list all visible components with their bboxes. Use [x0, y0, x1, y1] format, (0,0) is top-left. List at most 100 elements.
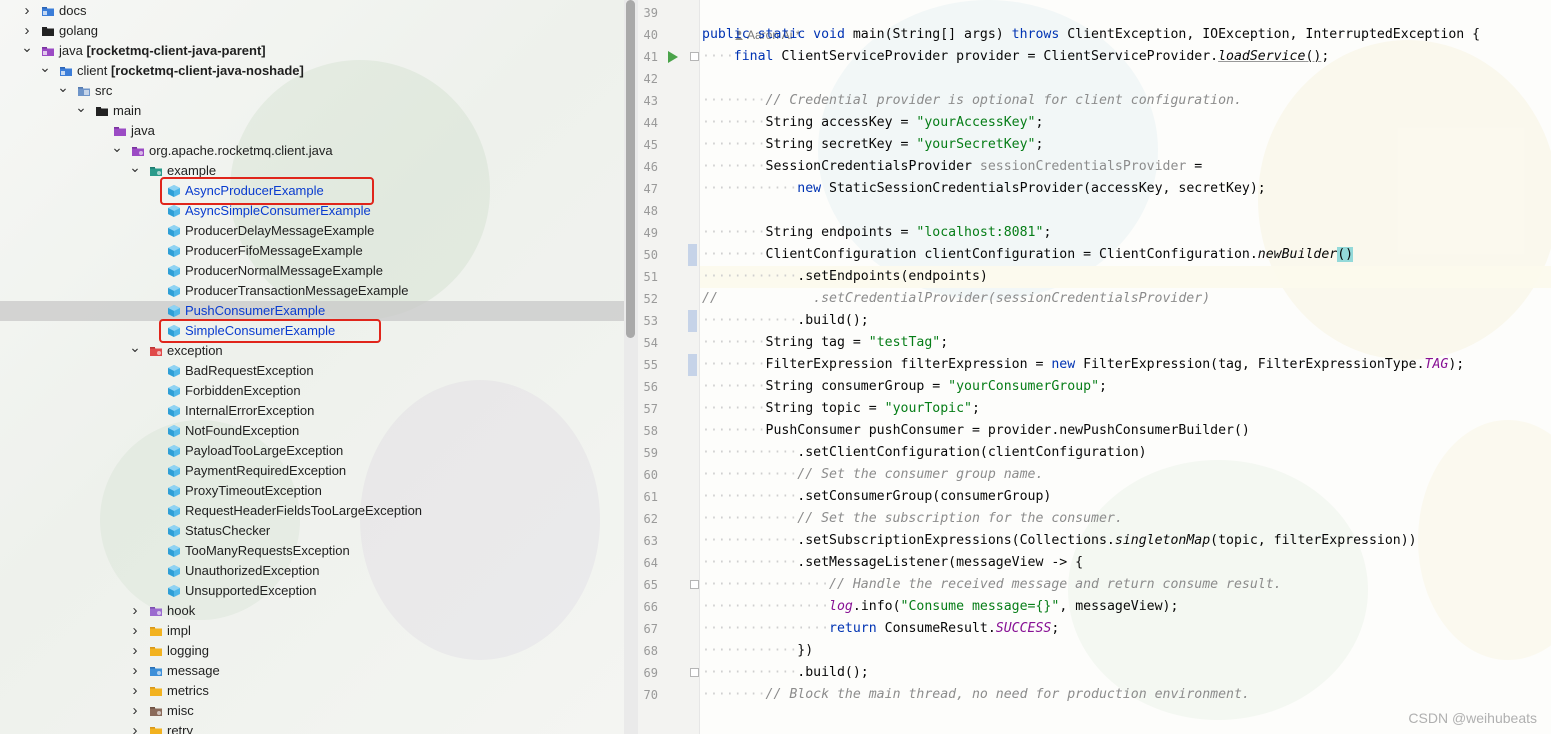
chevron-right-icon[interactable]: ›	[128, 721, 142, 734]
line-number[interactable]: 39	[638, 2, 658, 24]
chevron-down-icon[interactable]: ⌄	[56, 80, 70, 101]
tree-item[interactable]: ProducerFifoMessageExample	[0, 241, 624, 261]
code-line[interactable]: ················return ConsumeResult.SUC…	[702, 618, 1059, 640]
line-number[interactable]: 47	[638, 178, 658, 200]
tree-item[interactable]: UnsupportedException	[0, 581, 624, 601]
chevron-right-icon[interactable]: ›	[20, 21, 34, 41]
tree-item[interactable]: › logging	[0, 641, 624, 661]
chevron-right-icon[interactable]: ›	[20, 1, 34, 21]
code-line[interactable]: ············.setEndpoints(endpoints)	[702, 266, 988, 288]
line-number[interactable]: 53	[638, 310, 658, 332]
tree-item[interactable]: ⌄ client [rocketmq-client-java-noshade]	[0, 60, 624, 81]
tree-item[interactable]: › retry	[0, 721, 624, 734]
line-number[interactable]: 45	[638, 134, 658, 156]
code-line[interactable]: ········PushConsumer pushConsumer = prov…	[702, 420, 1250, 442]
line-number[interactable]: 46	[638, 156, 658, 178]
tree-item[interactable]: ForbiddenException	[0, 381, 624, 401]
code-line[interactable]: ········// Block the main thread, no nee…	[702, 684, 1250, 706]
tree-item[interactable]: AsyncProducerExample	[0, 181, 624, 201]
project-tree[interactable]: › docs › golang ⌄ java [rocketmq-client-java-…	[0, 0, 624, 734]
chevron-down-icon[interactable]: ⌄	[38, 60, 52, 81]
chevron-down-icon[interactable]: ⌄	[20, 40, 34, 61]
tree-item[interactable]: › golang	[0, 21, 624, 41]
tree-item[interactable]: › misc	[0, 701, 624, 721]
line-number[interactable]: 52	[638, 288, 658, 310]
chevron-down-icon[interactable]: ⌄	[74, 100, 88, 121]
fold-icon[interactable]	[690, 580, 699, 589]
fold-icon[interactable]	[690, 668, 699, 677]
line-number[interactable]: 58	[638, 420, 658, 442]
line-number[interactable]: 49	[638, 222, 658, 244]
tree-item[interactable]: TooManyRequestsException	[0, 541, 624, 561]
code-line[interactable]: ········FilterExpression filterExpressio…	[702, 354, 1464, 376]
code-line[interactable]: ········String topic = "yourTopic";	[702, 398, 980, 420]
code-line[interactable]: ············.setConsumerGroup(consumerGr…	[702, 486, 1051, 508]
chevron-right-icon[interactable]: ›	[128, 701, 142, 721]
line-number[interactable]: 55	[638, 354, 658, 376]
code-line[interactable]: ················log.info("Consume messag…	[702, 596, 1178, 618]
code-line[interactable]: // .setCredentialProvider(sessionCredent…	[702, 288, 1210, 310]
line-number[interactable]: 69	[638, 662, 658, 684]
code-line[interactable]: ········String consumerGroup = "yourCons…	[702, 376, 1107, 398]
tree-item[interactable]: › metrics	[0, 681, 624, 701]
tree-item[interactable]: InternalErrorException	[0, 401, 624, 421]
chevron-right-icon[interactable]: ›	[128, 621, 142, 641]
line-number[interactable]: 44	[638, 112, 658, 134]
line-number[interactable]: 65	[638, 574, 658, 596]
code-line[interactable]: ············.setMessageListener(messageV…	[702, 552, 1083, 574]
tree-item[interactable]: RequestHeaderFieldsTooLargeException	[0, 501, 624, 521]
line-number[interactable]: 57	[638, 398, 658, 420]
code-line[interactable]: ········String endpoints = "localhost:80…	[702, 222, 1051, 244]
code-line[interactable]: ············.build();	[702, 662, 869, 684]
line-number[interactable]: 48	[638, 200, 658, 222]
chevron-right-icon[interactable]: ›	[128, 681, 142, 701]
line-number[interactable]: 42	[638, 68, 658, 90]
line-number[interactable]: 63	[638, 530, 658, 552]
code-line[interactable]: ········String secretKey = "yourSecretKe…	[702, 134, 1043, 156]
tree-item[interactable]: AsyncSimpleConsumerExample	[0, 201, 624, 221]
line-number[interactable]: 50	[638, 244, 658, 266]
code-line[interactable]: ············// Set the subscription for …	[702, 508, 1123, 530]
tree-item[interactable]: ProxyTimeoutException	[0, 481, 624, 501]
tree-item[interactable]: ⌄ example	[0, 160, 624, 181]
code-line[interactable]: ············// Set the consumer group na…	[702, 464, 1043, 486]
line-number[interactable]: 59	[638, 442, 658, 464]
line-number[interactable]: 41	[638, 46, 658, 68]
code-line[interactable]: ············})	[702, 640, 813, 662]
chevron-right-icon[interactable]: ›	[128, 641, 142, 661]
tree-item[interactable]: PushConsumerExample	[0, 301, 624, 321]
tree-item[interactable]: ProducerDelayMessageExample	[0, 221, 624, 241]
code-line[interactable]: ········SessionCredentialsProvider sessi…	[702, 156, 1202, 178]
code-line[interactable]: ········String accessKey = "yourAccessKe…	[702, 112, 1043, 134]
tree-item[interactable]: java	[0, 121, 624, 141]
line-number[interactable]: 40	[638, 24, 658, 46]
code-line[interactable]: ············.setClientConfiguration(clie…	[702, 442, 1147, 464]
chevron-right-icon[interactable]: ›	[128, 601, 142, 621]
tree-item[interactable]: › docs	[0, 1, 624, 21]
tree-item[interactable]: UnauthorizedException	[0, 561, 624, 581]
vcs-change-marker[interactable]	[688, 354, 697, 376]
line-number[interactable]: 68	[638, 640, 658, 662]
tree-item[interactable]: PayloadTooLargeException	[0, 441, 624, 461]
chevron-right-icon[interactable]: ›	[128, 661, 142, 681]
tree-item[interactable]: BadRequestException	[0, 361, 624, 381]
line-number[interactable]: 56	[638, 376, 658, 398]
tree-item[interactable]: ⌄ exception	[0, 340, 624, 361]
line-number[interactable]: 54	[638, 332, 658, 354]
line-number[interactable]: 62	[638, 508, 658, 530]
line-number[interactable]: 60	[638, 464, 658, 486]
chevron-down-icon[interactable]: ⌄	[128, 160, 142, 181]
line-number[interactable]: 70	[638, 684, 658, 706]
chevron-down-icon[interactable]: ⌄	[128, 340, 142, 361]
run-icon[interactable]	[667, 50, 679, 64]
tree-item[interactable]: ProducerNormalMessageExample	[0, 261, 624, 281]
code-line[interactable]: ············.setSubscriptionExpressions(…	[702, 530, 1417, 552]
code-line[interactable]: ········ClientConfiguration clientConfig…	[702, 244, 1354, 266]
chevron-down-icon[interactable]: ⌄	[110, 140, 124, 161]
tree-item[interactable]: ⌄ java [rocketmq-client-java-parent]	[0, 40, 624, 61]
line-number[interactable]: 51	[638, 266, 658, 288]
tree-item[interactable]: ⌄ main	[0, 100, 624, 121]
tree-scrollbar-thumb[interactable]	[626, 0, 635, 338]
tree-item[interactable]: PaymentRequiredException	[0, 461, 624, 481]
tree-item[interactable]: StatusChecker	[0, 521, 624, 541]
